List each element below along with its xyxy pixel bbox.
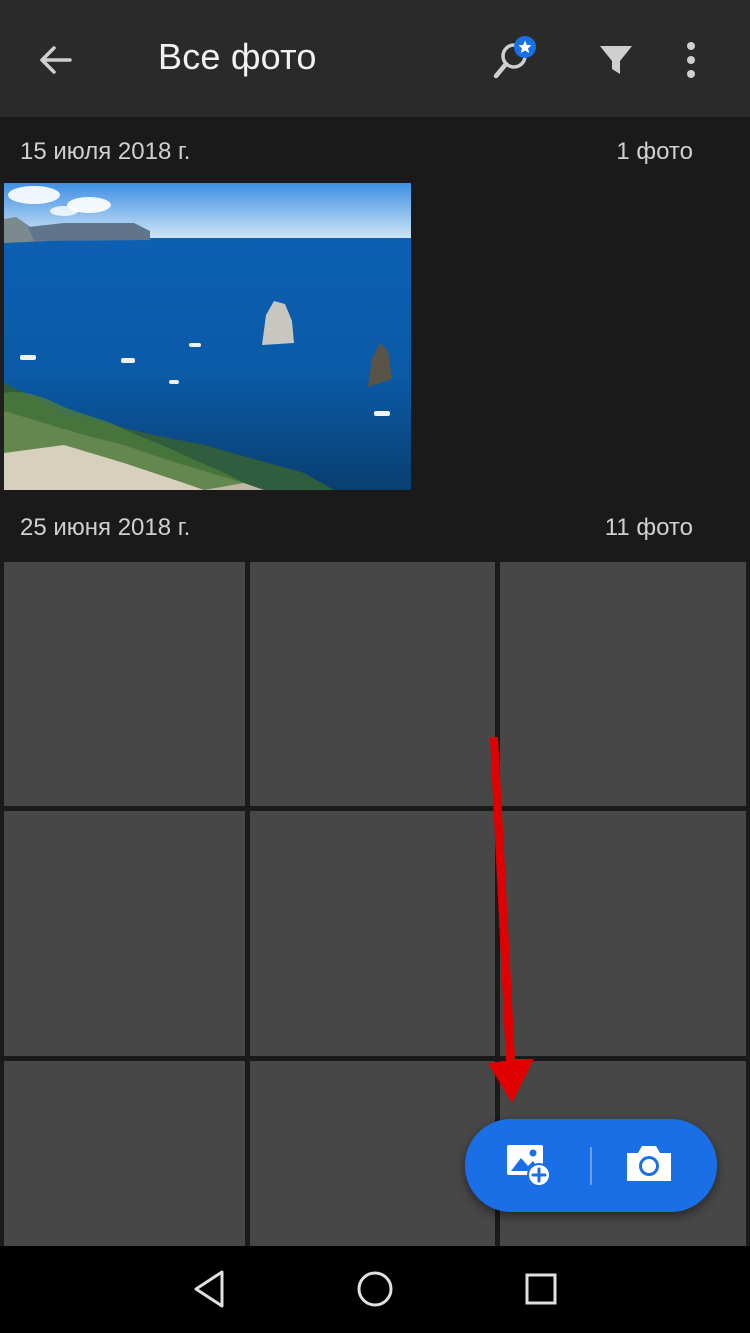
add-photo-icon [507,1145,551,1187]
back-button[interactable] [26,30,86,90]
section-count: 11 фото [604,514,693,541]
search-star-icon [493,36,536,79]
fab-divider [590,1147,592,1185]
photo-thumbnail[interactable] [4,183,411,490]
photo-placeholder[interactable] [4,562,245,806]
filter-icon [600,46,632,74]
red-arrow [488,737,534,1103]
system-nav-bar [0,1246,750,1333]
section-date: 25 июня 2018 г. [20,514,191,541]
add-media-fab [465,1119,717,1212]
nav-home-icon[interactable] [354,1268,396,1310]
camera-button[interactable] [623,1141,675,1189]
photo-placeholder[interactable] [250,811,495,1056]
more-options-button[interactable] [670,34,712,86]
section-count: 1 фото [616,138,693,165]
photo-placeholder[interactable] [4,1061,245,1246]
nav-back-icon[interactable] [190,1268,230,1310]
nav-recent-icon[interactable] [522,1270,560,1308]
app-bar: Все фото [0,0,750,117]
section-date: 15 июля 2018 г. [20,138,191,165]
camera-icon [627,1146,671,1181]
section-header[interactable]: 25 июня 2018 г. 11 фото [0,490,750,560]
photo-placeholder[interactable] [250,562,495,806]
photo-placeholder[interactable] [250,1061,495,1246]
back-arrow-icon [40,46,72,74]
add-photo-button[interactable] [503,1141,555,1189]
search-button[interactable] [484,34,544,86]
more-vert-icon [687,42,695,78]
sea-photo [4,183,411,490]
empty-area [411,183,750,490]
section-header: 15 июля 2018 г. 1 фото [0,117,750,183]
filter-button[interactable] [590,34,642,86]
page-title: Все фото [158,36,317,77]
photo-placeholder[interactable] [4,811,245,1056]
